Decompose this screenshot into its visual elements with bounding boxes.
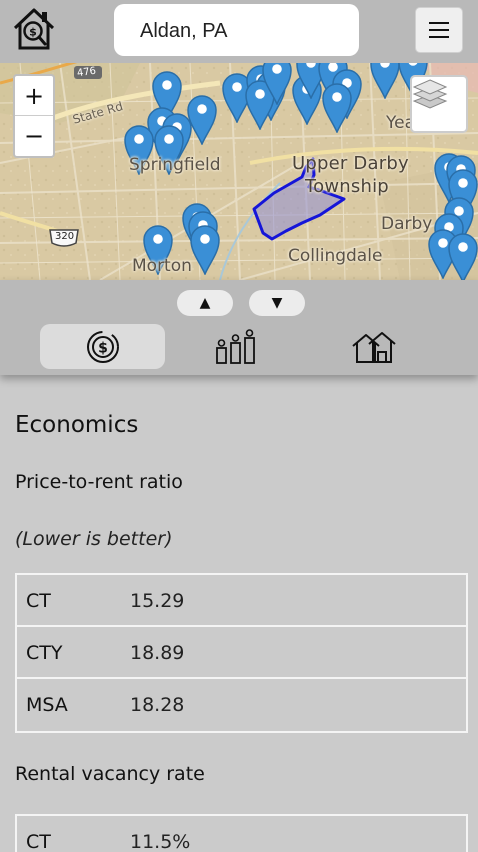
tab-housing[interactable] [311,324,436,369]
row-value: 18.89 [130,642,185,664]
top-bar: $ Aldan, PA [0,0,478,63]
svg-text:$: $ [29,26,37,39]
rental-vacancy-table: CT 11.5% [15,814,468,852]
map-label-township: Township [305,176,389,197]
row-value: 11.5% [130,831,191,852]
zoom-in-button[interactable]: + [15,76,53,116]
location-search-box[interactable]: Aldan, PA [114,4,359,56]
row-label: CT [26,590,51,612]
layers-icon[interactable] [410,75,468,133]
row-label: CT [26,831,51,852]
zoom-out-button[interactable]: − [15,116,53,156]
map-view[interactable]: 476 320 State Rd Springfield Upper Darby… [0,63,478,280]
metric-title-price-to-rent: Price-to-rent ratio [15,471,183,493]
row-value: 18.28 [130,694,185,716]
table-row: CT 11.5% [17,816,466,852]
zoom-control: + − [13,74,55,158]
tab-economics[interactable]: $ [40,324,165,369]
panel-down-button[interactable]: ▼ [249,290,305,316]
svg-text:$: $ [98,340,108,356]
table-row: CTY 18.89 [17,627,466,679]
map-label-springfield: Springfield [129,155,221,175]
houses-icon [351,331,396,363]
road-shield-label-320: 320 [55,231,75,242]
hamburger-menu-icon[interactable] [415,7,463,53]
row-label: CTY [26,642,63,664]
map-label-upper-darby: Upper Darby [292,153,409,174]
table-row: CT 15.29 [17,575,466,627]
panel-up-button[interactable]: ▲ [177,290,233,316]
metric-note: (Lower is better) [15,528,173,550]
content-panel: Economics Price-to-rent ratio (Lower is … [0,375,478,852]
map-label-darby: Darby [381,214,433,234]
price-to-rent-table: CT 15.29 CTY 18.89 MSA 18.28 [15,573,468,733]
population-bars-icon [215,328,255,364]
row-label: MSA [26,694,68,716]
panel-controls: ▲ ▼ $ [0,280,478,375]
map-label-morton: Morton [132,256,192,276]
map-label-collingdale: Collingdale [288,246,383,266]
row-value: 15.29 [130,590,185,612]
section-title: Economics [15,412,139,438]
house-dollar-magnifier-icon[interactable]: $ [11,6,57,52]
location-text: Aldan, PA [140,20,228,42]
dollar-coin-icon: $ [86,330,119,363]
app-root: $ Aldan, PA 476 320 State Rd Springfield… [0,0,478,852]
table-row: MSA 18.28 [17,679,466,731]
tab-demographics[interactable] [173,324,298,369]
metric-title-rental-vacancy: Rental vacancy rate [15,763,205,785]
